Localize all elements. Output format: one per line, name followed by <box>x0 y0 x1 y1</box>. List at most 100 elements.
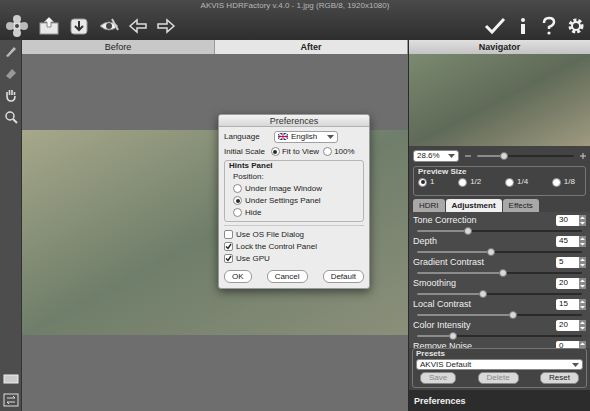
radio-button[interactable] <box>271 147 280 156</box>
parameter-value-field[interactable]: 5 <box>556 257 586 268</box>
radio-button[interactable] <box>458 178 467 187</box>
slider-track[interactable] <box>417 230 582 232</box>
view-tab[interactable]: Before <box>22 40 215 54</box>
parameter-row: Tone Correction30 <box>413 214 586 235</box>
settings-tab[interactable]: Effects <box>503 199 539 212</box>
slider-thumb[interactable] <box>487 248 495 256</box>
slider-fill <box>417 230 468 232</box>
view-tabs: BeforeAfter <box>22 40 408 54</box>
info-icon[interactable] <box>514 16 532 36</box>
preset-button[interactable]: Save <box>420 372 456 384</box>
preset-button[interactable]: Delete <box>478 372 519 384</box>
view-single-icon[interactable] <box>3 373 19 385</box>
view-tab[interactable]: After <box>215 40 408 54</box>
language-dropdown[interactable]: English <box>274 131 338 143</box>
dialog-button-label: OK <box>232 272 244 282</box>
hints-panel-group: Hints PanelPosition:Under Image WindowUn… <box>224 160 364 222</box>
parameter-value-field[interactable]: 20 <box>556 320 586 331</box>
slider-fill <box>417 251 491 253</box>
hand-icon[interactable] <box>4 88 18 102</box>
slider-fill <box>417 314 513 316</box>
spinner-icon[interactable] <box>579 299 586 310</box>
language-label: Language <box>224 132 268 142</box>
dialog-button[interactable]: OK <box>224 270 252 283</box>
preview-size-option[interactable]: 1/8 <box>552 177 575 187</box>
initial-scale-label: Initial Scale <box>224 147 265 157</box>
preference-checkbox-row[interactable]: Lock the Control Panel <box>224 241 364 252</box>
settings-gear-icon[interactable] <box>566 16 586 36</box>
dialog-button-label: Default <box>331 272 356 282</box>
slider-thumb[interactable] <box>464 227 472 235</box>
preset-dropdown[interactable]: AKVIS Default <box>416 359 583 370</box>
parameter-row: Remove Noise 0 <box>413 340 586 348</box>
spinner-icon[interactable] <box>579 236 586 247</box>
hints-position-label: Under Settings Panel <box>245 196 321 206</box>
parameter-value-field[interactable]: 45 <box>556 236 586 247</box>
radio-button[interactable] <box>233 184 242 193</box>
preview-size-option[interactable]: 1/4 <box>505 177 528 187</box>
settings-tab[interactable]: Adjustment <box>446 199 502 212</box>
parameter-value: 15 <box>556 299 579 309</box>
preview-size-title: Preview Size <box>418 167 581 177</box>
hints-position-option[interactable]: Under Settings Panel <box>229 195 359 206</box>
eraser-icon[interactable] <box>4 66 18 80</box>
settings-tab[interactable]: HDRI <box>413 199 445 212</box>
radio-button[interactable] <box>418 178 427 187</box>
checkbox[interactable] <box>224 242 233 251</box>
view-split-icon[interactable] <box>3 393 19 407</box>
help-icon[interactable] <box>540 16 558 36</box>
preference-checkbox-row[interactable]: Use GPU <box>224 253 364 264</box>
scale-option[interactable]: Fit to View <box>271 147 319 157</box>
zoom-out-icon[interactable] <box>465 153 471 159</box>
undo-icon[interactable] <box>128 17 148 35</box>
slider-thumb[interactable] <box>509 311 517 319</box>
zoom-dropdown[interactable]: 28.6% <box>413 150 459 162</box>
radio-button[interactable] <box>323 147 332 156</box>
spinner-icon[interactable] <box>579 278 586 289</box>
open-icon[interactable] <box>38 16 60 36</box>
spinner-icon[interactable] <box>579 215 586 226</box>
parameter-value-field[interactable]: 20 <box>556 278 586 289</box>
slider-track[interactable] <box>417 314 582 316</box>
slider-thumb[interactable] <box>449 332 457 340</box>
slider-track[interactable] <box>417 293 582 295</box>
slider-thumb[interactable] <box>499 269 507 277</box>
parameter-value-field[interactable]: 30 <box>556 215 586 226</box>
zoom-in-icon[interactable] <box>580 153 586 159</box>
checkbox[interactable] <box>224 254 233 263</box>
spinner-icon[interactable] <box>579 257 586 268</box>
parameter-value-field[interactable]: 0 <box>556 341 586 349</box>
checkbox[interactable] <box>224 230 233 239</box>
parameter-value: 20 <box>556 278 579 288</box>
redo-icon[interactable] <box>156 17 176 35</box>
slider-track[interactable] <box>477 155 574 157</box>
hints-position-option[interactable]: Hide <box>229 207 359 218</box>
save-icon[interactable] <box>68 16 90 36</box>
slider-thumb[interactable] <box>500 152 508 160</box>
preset-button[interactable]: Reset <box>540 372 579 384</box>
radio-button[interactable] <box>505 178 514 187</box>
radio-button[interactable] <box>233 208 242 217</box>
slider-track[interactable] <box>417 335 582 337</box>
dialog-button[interactable]: Default <box>323 270 364 283</box>
brush-icon[interactable] <box>4 44 18 58</box>
dialog-button[interactable]: Cancel <box>267 270 308 283</box>
slider-track[interactable] <box>417 251 582 253</box>
preview-size-option[interactable]: 1/2 <box>458 177 481 187</box>
parameter-value-field[interactable]: 15 <box>556 299 586 310</box>
slider-thumb[interactable] <box>479 290 487 298</box>
apply-icon[interactable] <box>484 16 506 36</box>
parameter-label: Remove Noise <box>413 341 472 348</box>
preview-size-option[interactable]: 1 <box>418 177 434 187</box>
preference-checkbox-row[interactable]: Use OS File Dialog <box>224 229 364 240</box>
zoom-icon[interactable] <box>4 110 18 124</box>
hints-position-option[interactable]: Under Image Window <box>229 183 359 194</box>
radio-button[interactable] <box>552 178 561 187</box>
spinner-icon[interactable] <box>579 341 586 349</box>
spinner-icon[interactable] <box>579 320 586 331</box>
eye-icon[interactable] <box>98 16 120 36</box>
radio-button[interactable] <box>233 196 242 205</box>
navigator-preview[interactable] <box>409 54 590 146</box>
scale-option[interactable]: 100% <box>323 147 354 157</box>
slider-track[interactable] <box>417 272 582 274</box>
